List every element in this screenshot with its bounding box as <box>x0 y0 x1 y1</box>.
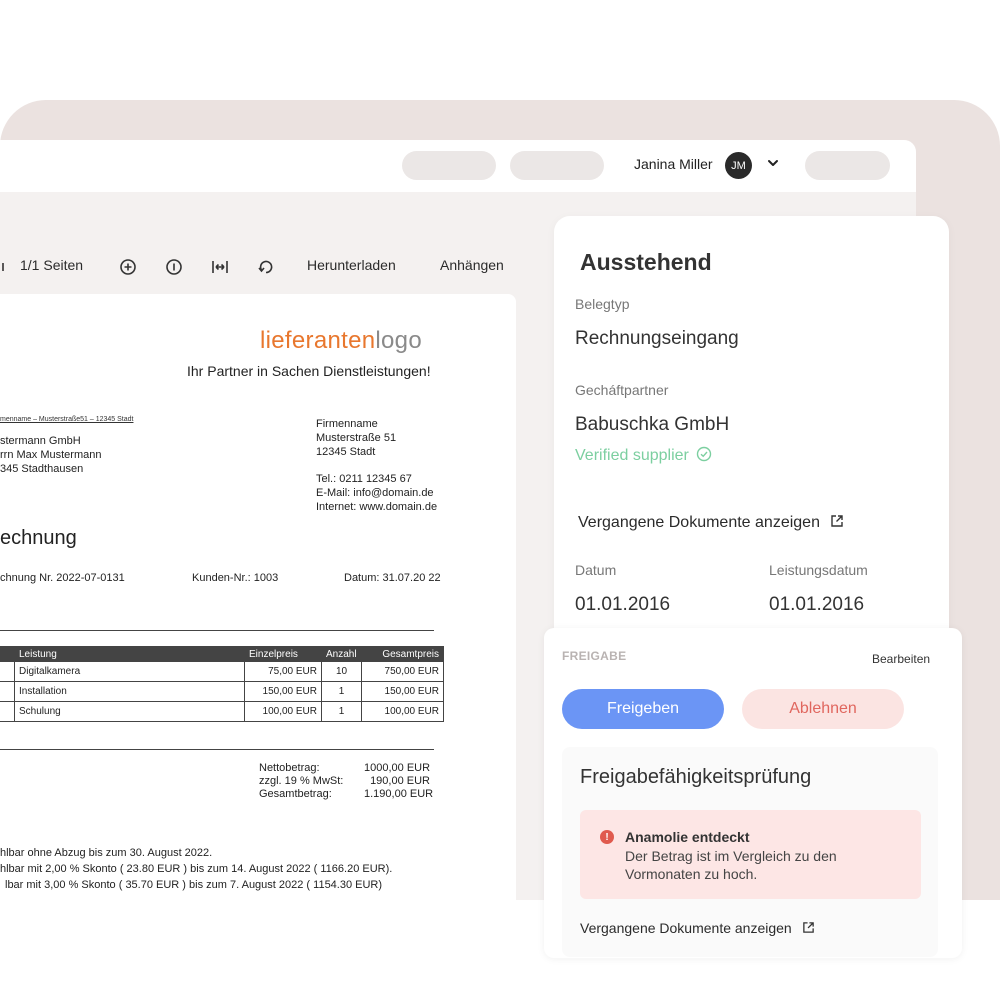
supplier-logo: lieferantenlogo <box>260 327 422 354</box>
alert-icon: ! <box>600 830 614 844</box>
totals-label: Nettobetrag: <box>259 762 320 774</box>
doc-type-label: Belegtyp <box>575 296 630 312</box>
table-cell <box>0 661 15 682</box>
fit-width-icon[interactable] <box>211 258 229 276</box>
totals-label: zzgl. 19 % MwSt: <box>259 775 344 787</box>
rotate-icon[interactable] <box>257 258 275 276</box>
approval-section-label: FREIGABE <box>562 649 627 663</box>
table-cell: 1 <box>321 681 362 702</box>
past-documents-link[interactable]: Vergangene Dokumente anzeigen <box>578 514 844 532</box>
service-date-label: Leistungsdatum <box>769 562 868 578</box>
external-link-icon <box>831 515 844 527</box>
payment-terms-line: hlbar ohne Abzug bis zum 30. August 2022… <box>0 847 213 859</box>
recipient-line: 345 Stadthausen <box>0 463 84 475</box>
sender-line: menname – Musterstraße51 – 12345 Stadt <box>0 416 134 423</box>
download-button[interactable]: Herunterladen <box>307 257 396 273</box>
approval-check-panel: Freigabefähigkeitsprüfung ! Anamolie ent… <box>562 747 938 957</box>
edit-button[interactable]: Bearbeiten <box>872 652 930 666</box>
doc-type-value[interactable]: Rechnungseingang <box>575 328 739 350</box>
status-title: Ausstehend <box>580 249 712 275</box>
table-cell: Schulung <box>14 701 245 722</box>
contact-line: E-Mail: info@domain.de <box>316 487 434 499</box>
divider <box>0 630 434 631</box>
table-cell: Digitalkamera <box>14 661 245 682</box>
alert-message: Der Betrag ist im Vergleich zu den Vormo… <box>625 848 837 882</box>
column-header: Anzahl <box>321 646 362 662</box>
partner-label: Gecháftpartner <box>575 382 669 398</box>
document-details-card: Ausstehend Belegtyp Rechnungseingang Gec… <box>554 216 949 646</box>
table-cell: Installation <box>14 681 245 702</box>
check-circle-icon <box>697 446 712 462</box>
table-row: Schulung 100,00 EUR 1 100,00 EUR <box>0 701 444 722</box>
column-header: Gesamtpreis <box>361 646 444 662</box>
totals-value: 1.190,00 EUR <box>364 788 434 800</box>
contact-line: Tel.: 0211 12345 67 <box>316 473 412 485</box>
page-count: 1/1 Seiten <box>20 257 84 273</box>
nav-placeholder-2[interactable] <box>510 151 604 180</box>
invoice-number: chnung Nr. 2022-07-0131 <box>0 572 125 584</box>
reject-button[interactable]: Ablehnen <box>742 689 904 729</box>
table-header-row: is Leistung Einzelpreis Anzahl Gesamtpre… <box>0 646 444 662</box>
nav-placeholder-1[interactable] <box>402 151 496 180</box>
table-cell <box>0 681 15 702</box>
invoice-date: Datum: 31.07.20 22 <box>344 572 441 584</box>
past-documents-link[interactable]: Vergangene Dokumente anzeigen <box>580 920 815 936</box>
totals-value: 1000,00 EUR <box>364 762 431 774</box>
totals-value: 190,00 EUR <box>370 775 430 787</box>
table-row: Installation 150,00 EUR 1 150,00 EUR <box>0 681 444 702</box>
company-line: 12345 Stadt <box>316 446 376 458</box>
past-documents-label: Vergangene Dokumente anzeigen <box>580 920 792 936</box>
service-date-value[interactable]: 01.01.2016 <box>769 594 864 616</box>
divider <box>0 749 434 750</box>
table-cell: 10 <box>321 661 362 682</box>
tagline: Ihr Partner in Sachen Dienstleistungen! <box>187 363 431 379</box>
avatar[interactable]: JM <box>725 152 752 179</box>
company-line: Firmenname <box>316 418 378 430</box>
approval-card: FREIGABE Bearbeiten Freigeben Ablehnen F… <box>544 628 962 958</box>
approve-button[interactable]: Freigeben <box>562 689 724 729</box>
table-row: Digitalkamera 75,00 EUR 10 750,00 EUR <box>0 661 444 682</box>
line-items-table: is Leistung Einzelpreis Anzahl Gesamtpre… <box>0 646 444 722</box>
past-documents-label: Vergangene Dokumente anzeigen <box>578 514 820 531</box>
recipient-line: rrn Max Mustermann <box>0 449 102 461</box>
customer-number: Kunden-Nr.: 1003 <box>192 572 279 584</box>
column-header: Leistung <box>14 646 245 662</box>
attach-button[interactable]: Anhängen <box>440 257 504 273</box>
user-name[interactable]: Janina Miller <box>634 156 713 172</box>
contact-line: Internet: www.domain.de <box>316 501 438 513</box>
zoom-in-icon[interactable] <box>119 258 137 276</box>
info-icon[interactable] <box>165 258 183 276</box>
table-cell: 1 <box>321 701 362 722</box>
document-toolbar: 1/1 Seiten Herunterladen Anhängen <box>0 252 520 280</box>
table-cell: 750,00 EUR <box>361 661 444 682</box>
payment-terms-line: lbar mit 3,00 % Skonto ( 35.70 EUR ) bis… <box>5 879 383 891</box>
recipient-line: stermann GmbH <box>0 435 81 447</box>
partner-value[interactable]: Babuschka GmbH <box>575 414 729 436</box>
table-cell: 100,00 EUR <box>361 701 444 722</box>
date-value[interactable]: 01.01.2016 <box>575 594 670 616</box>
check-title: Freigabefähigkeitsprüfung <box>580 766 812 788</box>
company-line: Musterstraße 51 <box>316 432 397 444</box>
external-link-icon <box>802 922 814 933</box>
anomaly-alert: ! Anamolie entdeckt Der Betrag ist im Ve… <box>580 810 921 899</box>
alert-title: Anamolie entdeckt <box>625 829 750 845</box>
table-cell: 150,00 EUR <box>361 681 444 702</box>
table-cell: 100,00 EUR <box>244 701 322 722</box>
column-header: is <box>0 646 15 662</box>
totals-label: Gesamtbetrag: <box>259 788 332 800</box>
verified-label: Verified supplier <box>575 447 689 464</box>
top-bar: Janina Miller JM <box>0 140 916 192</box>
invoice-title: echnung <box>0 527 77 549</box>
table-cell: 75,00 EUR <box>244 661 322 682</box>
nav-placeholder-3[interactable] <box>805 151 890 180</box>
column-header: Einzelpreis <box>244 646 322 662</box>
page-stepper-icon[interactable] <box>0 258 10 276</box>
date-label: Datum <box>575 562 617 578</box>
verified-supplier-badge: Verified supplier <box>575 446 712 465</box>
table-cell: 150,00 EUR <box>244 681 322 702</box>
table-cell <box>0 701 15 722</box>
chevron-down-icon[interactable] <box>766 156 780 170</box>
invoice-preview: lieferantenlogo Ihr Partner in Sachen Di… <box>0 294 516 900</box>
payment-terms-line: hlbar mit 2,00 % Skonto ( 23.80 EUR ) bi… <box>0 863 393 875</box>
